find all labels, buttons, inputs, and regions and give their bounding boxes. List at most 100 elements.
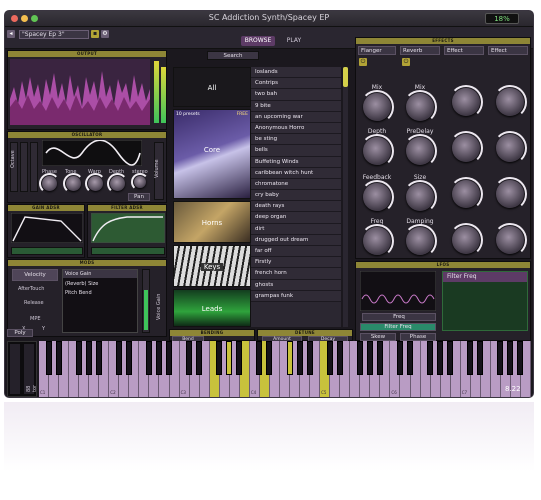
preset-item[interactable]: 9 bite xyxy=(251,100,341,112)
category-leads[interactable]: Leads xyxy=(173,289,251,327)
preset-item[interactable]: grampas funk xyxy=(251,290,341,302)
black-key[interactable] xyxy=(216,341,223,375)
depth-knob[interactable] xyxy=(107,173,128,194)
preset-item[interactable]: cry baby xyxy=(251,190,341,202)
poly-button[interactable]: Poly xyxy=(7,329,33,337)
black-key[interactable] xyxy=(467,341,474,375)
fx-slot-flanger[interactable]: Flanger xyxy=(358,46,396,55)
lfo-phase-button[interactable]: Phase xyxy=(400,333,436,341)
filter-adsr-sliders[interactable] xyxy=(91,247,165,255)
mod-source-velocity[interactable]: Velocity xyxy=(12,269,58,281)
reverb-power-icon[interactable]: ⏻ xyxy=(402,58,410,66)
effect3-knob-4[interactable] xyxy=(449,223,483,257)
reverb-size-knob[interactable] xyxy=(403,180,437,214)
save-icon[interactable]: ▪ xyxy=(91,30,99,38)
effect3-knob-1[interactable] xyxy=(449,85,483,119)
black-key[interactable] xyxy=(477,341,484,375)
flanger-feedback-knob[interactable] xyxy=(360,180,394,214)
preset-scrollbar[interactable] xyxy=(343,67,348,327)
menu-icon[interactable]: ◂ xyxy=(7,30,15,38)
category-core[interactable]: 10 presets FREE Core xyxy=(173,109,251,199)
black-key[interactable] xyxy=(336,341,343,375)
preset-item[interactable]: dirt xyxy=(251,223,341,235)
tone-knob[interactable] xyxy=(63,173,84,194)
effect4-knob-2[interactable] xyxy=(493,131,527,165)
black-key[interactable] xyxy=(55,341,62,375)
mod-source-release[interactable]: Release xyxy=(24,300,44,306)
black-key[interactable] xyxy=(196,341,203,375)
black-key[interactable] xyxy=(166,341,173,375)
black-key[interactable] xyxy=(306,341,313,375)
pitch-mod-wheels[interactable]: 88 tor xyxy=(7,341,38,397)
effect4-knob-1[interactable] xyxy=(493,85,527,119)
semis-slider[interactable] xyxy=(20,142,28,192)
preset-item[interactable]: Buffeting Winds xyxy=(251,156,341,168)
black-key[interactable] xyxy=(236,341,243,375)
fx-slot-reverb[interactable]: Reverb xyxy=(400,46,440,55)
preset-item[interactable]: bells xyxy=(251,145,341,157)
reverb-mix-knob[interactable] xyxy=(403,90,437,124)
flanger-mix-knob[interactable] xyxy=(360,90,394,124)
mod-target-pitch-bend[interactable]: Pitch Bend xyxy=(63,287,137,296)
black-key[interactable] xyxy=(95,341,102,375)
preset-item[interactable]: Ioslands xyxy=(251,67,341,79)
reverb-damping-knob[interactable] xyxy=(403,224,437,258)
preset-item[interactable]: an upcoming war xyxy=(251,111,341,123)
effect3-knob-2[interactable] xyxy=(449,131,483,165)
preset-item[interactable]: ghosts xyxy=(251,279,341,291)
black-key[interactable] xyxy=(226,341,233,375)
preset-item[interactable]: drugged out dream xyxy=(251,234,341,246)
lfo-skew-button[interactable]: Skew xyxy=(360,333,396,341)
preset-item[interactable]: far off xyxy=(251,246,341,258)
effect3-knob-3[interactable] xyxy=(449,177,483,211)
lfo-freq-button[interactable]: Freq xyxy=(362,313,436,321)
black-key[interactable] xyxy=(286,341,293,375)
piano-keyboard[interactable]: C1 C2 C3 C4 C5 C6 C7 xyxy=(39,341,531,397)
black-key[interactable] xyxy=(447,341,454,375)
fine-slider[interactable] xyxy=(30,142,38,192)
preset-item[interactable]: two bah xyxy=(251,89,341,101)
preset-select[interactable]: "Spacey Ep 3" xyxy=(19,30,89,39)
preset-item[interactable]: deep organ xyxy=(251,212,341,224)
stereo-knob[interactable] xyxy=(131,173,149,191)
mod-source-aftertouch[interactable]: AfterTouch xyxy=(18,286,44,292)
effect4-knob-4[interactable] xyxy=(493,223,527,257)
mod-target-reverb-size[interactable]: (Reverb) Size xyxy=(63,278,137,287)
fx-slot-effect-4[interactable]: Effect xyxy=(488,46,528,55)
flanger-freq-knob[interactable] xyxy=(360,224,394,258)
zoom-readout[interactable]: 18% xyxy=(485,13,519,24)
category-all[interactable]: All xyxy=(173,67,251,107)
preset-item[interactable]: Contrips xyxy=(251,78,341,90)
black-key[interactable] xyxy=(45,341,52,375)
reverb-predelay-knob[interactable] xyxy=(403,134,437,168)
search-box[interactable]: Search xyxy=(207,51,259,60)
phase-knob[interactable] xyxy=(39,173,60,194)
black-key[interactable] xyxy=(507,341,514,375)
black-key[interactable] xyxy=(256,341,263,375)
black-key[interactable] xyxy=(296,341,303,375)
black-key[interactable] xyxy=(75,341,82,375)
preset-item[interactable]: be sting xyxy=(251,134,341,146)
preset-item[interactable]: death rays xyxy=(251,201,341,213)
preset-item[interactable]: chromatone xyxy=(251,178,341,191)
lfo-target-label[interactable]: Filter Freq xyxy=(443,272,527,282)
tab-browse[interactable]: BROWSE xyxy=(241,36,275,46)
black-key[interactable] xyxy=(145,341,152,375)
black-key[interactable] xyxy=(155,341,162,375)
preset-item[interactable]: french horn xyxy=(251,268,341,280)
black-key[interactable] xyxy=(326,341,333,375)
gain-adsr-sliders[interactable] xyxy=(11,247,83,255)
preset-item[interactable]: Firstly xyxy=(251,257,341,269)
tab-play[interactable]: PLAY xyxy=(281,36,307,46)
black-key[interactable] xyxy=(266,341,273,375)
black-key[interactable] xyxy=(497,341,504,375)
preset-item[interactable]: caribbean witch hunt xyxy=(251,167,341,179)
fx-slot-effect-3[interactable]: Effect xyxy=(444,46,484,55)
black-key[interactable] xyxy=(396,341,403,375)
flanger-power-icon[interactable]: ⏻ xyxy=(359,58,367,66)
pan-button[interactable]: Pan xyxy=(128,193,150,201)
black-key[interactable] xyxy=(356,341,363,375)
preset-item[interactable]: Anonymous Horro xyxy=(251,122,341,135)
black-key[interactable] xyxy=(437,341,444,375)
category-keys[interactable]: Keys xyxy=(173,245,251,287)
